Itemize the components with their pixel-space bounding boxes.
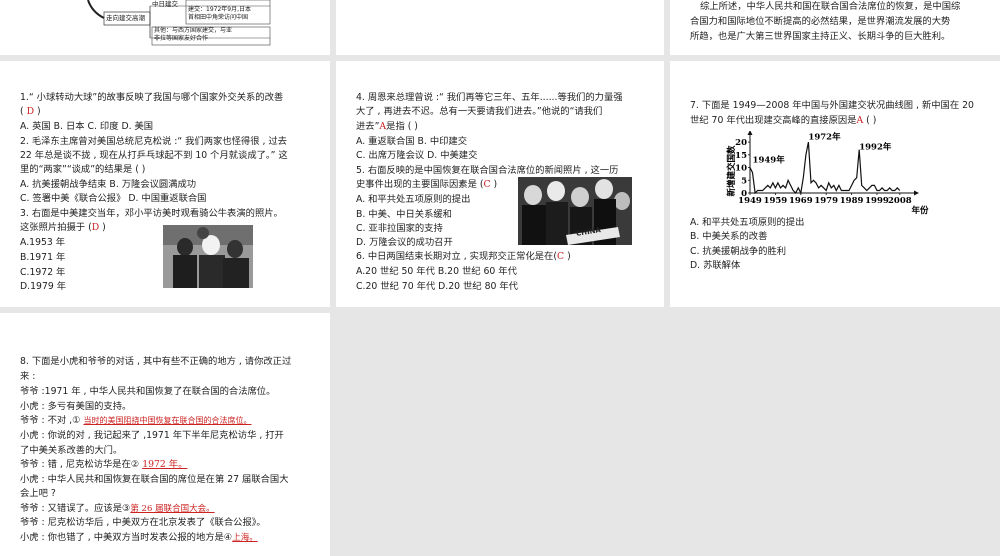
question-7-text: 世纪 70 年代出现建交高峰的直接原因是A ( ) — [690, 115, 877, 126]
dialogue-line: 小虎 : 多亏有美国的支持。 — [20, 401, 132, 412]
dialogue-line: 爷爷 : 错 , 尼克松访华是在② 1972 年。 — [20, 459, 188, 470]
dialogue-answer-2: 1972 年。 — [142, 459, 188, 470]
dialogue-line: 了中美关系改善的大门。 — [20, 445, 123, 456]
chart-y-axis-label: 新增建交国数 — [726, 145, 737, 197]
question-3-text: 3. 右面是中美建交当年，邓小平访美时观看骑公牛表演的照片。 — [20, 208, 283, 219]
panel-top-left: 走向建交高潮 中日建交 建交：1972年9月,日本 首相田中角荣访问中国 其他：… — [0, 0, 330, 55]
question-2-text: 22 年总是谈不拢 , 现在从打乒乓球起不到 10 个月就谈成了。” 这 — [20, 150, 288, 161]
question-5-text: 史事件出现的主要国际因素是 (C ) — [356, 179, 498, 190]
chart-x-tick-label: 2008 — [888, 196, 912, 206]
dialogue-line: 小虎 : 你说的对 , 我记起来了 ,1971 年下半年尼克松访华 , 打开 — [20, 430, 284, 441]
empty-area — [336, 313, 1000, 556]
question-1-answer: D — [26, 106, 35, 117]
chart-x-tick-label: 1999 — [865, 196, 889, 206]
mindmap-node-label: 走向建交高潮 — [106, 14, 145, 22]
question-5-option: B. 中美、中日关系缓和 — [356, 209, 452, 220]
un-seat-news-photo: CHINA — [518, 177, 632, 245]
question-2-text: 里的“两家”“谈成”的结果是 ( ) — [20, 164, 146, 175]
dialogue-answer-3: 第 26 届联合国大会。 — [130, 504, 215, 514]
question-6-options: C.20 世纪 70 年代 D.20 世纪 80 年代 — [356, 281, 518, 292]
question-4-options: A. 重返联合国 B. 中印建交 — [356, 136, 468, 147]
question-7-option: A. 和平共处五项原则的提出 — [690, 217, 805, 228]
question-3-option: A.1953 年 — [20, 237, 66, 248]
panel-top-right: 综上所述，中华人民共和国在联合国合法席位的恢复，是中国综 合国力和国际地位不断提… — [670, 0, 1000, 55]
question-7-text: 7. 下面是 1949—2008 年中国与外国建交状况曲线图 , 新中国在 20 — [690, 100, 974, 111]
chart-x-tick-label: 1989 — [840, 196, 864, 206]
mindmap-branch-title: 中日建交 — [152, 0, 178, 8]
dialogue-line: 爷爷 : 尼克松访华后 , 中美双方在北京发表了《联合公报》。 — [20, 517, 266, 528]
diplomatic-relations-chart: 1949 1959 1969 1979 1989 1999 200820151050 194… — [726, 131, 929, 216]
dialogue-line: 爷爷 :1971 年 , 中华人民共和国恢复了在联合国的合法席位。 — [20, 386, 276, 397]
deng-xiaoping-rodeo-photo — [163, 225, 253, 288]
dialogue-line: 小虎 : 你也错了 , 中美双方当时发表公报的地方是④上海。 — [20, 532, 258, 543]
question-1-answer-line: ( D ) — [20, 106, 41, 117]
panel-question-8: 8. 下面是小虎和爷爷的对话 , 其中有些不正确的地方 , 请你改正过 来 : … — [0, 313, 330, 556]
chart-y-tick-label: 0 — [741, 189, 747, 199]
question-8-text: 来 : — [20, 371, 36, 382]
question-3-option: D.1979 年 — [20, 281, 67, 292]
dialogue-line: 小虎 : 中华人民共和国恢复在联合国的席位是在第 27 届联合国大 — [20, 474, 289, 485]
question-5-option: C. 亚非拉国家的支持 — [356, 223, 443, 234]
dialogue-line: 爷爷 : 不对 ,① 当时的美国阻挠中国恢复在联合国的合法席位。 — [20, 415, 252, 426]
chart-y-tick-label: 5 — [741, 176, 747, 186]
chart-annotation: 1972年 — [808, 132, 841, 143]
question-6-options: A.20 世纪 50 年代 B.20 世纪 60 年代 — [356, 266, 517, 277]
chart-x-axis-label: 年份 — [911, 205, 929, 216]
question-5-answer: C — [483, 179, 491, 190]
summary-line: 所趋，也是广大第三世界国家主持正义、长期斗争的巨大胜利。 — [690, 31, 951, 42]
question-2-text: 2. 毛泽东主席曾对美国总统尼克松说 :“ 我们两家也怪得很 , 过去 — [20, 136, 287, 147]
mindmap-branch-text: 非拉等国家友好合作 — [154, 35, 209, 42]
panel-questions-4-6: 4. 周恩来总理曾说 :“ 我们再等它三年、五年......等我们的力量强 大了… — [336, 61, 664, 307]
chart-x-arrow — [914, 190, 919, 196]
chart-annotation: 1949年 — [753, 154, 786, 165]
question-3-text: 这张照片拍摄于 (D ) — [20, 222, 106, 233]
chart-x-tick-label: 1979 — [814, 196, 838, 206]
chart-x-tick-label: 1969 — [789, 196, 813, 206]
dialogue-line: 爷爷 : 又错误了。应该是③第 26 届联合国大会。 — [20, 503, 215, 514]
panel-top-middle — [336, 0, 664, 55]
question-5-option: A. 和平共处五项原则的提出 — [356, 194, 471, 205]
question-4-options: C. 出席万隆会议 D. 中美建交 — [356, 150, 478, 161]
question-2-options: C. 签署中美《联合公报》 D. 中国重返联合国 — [20, 193, 207, 204]
question-1-options: A. 英国 B. 日本 C. 印度 D. 美国 — [20, 121, 154, 132]
question-8-text: 8. 下面是小虎和爷爷的对话 , 其中有些不正确的地方 , 请你改正过 — [20, 356, 292, 367]
question-7-option: C. 抗美援朝战争的胜利 — [690, 246, 787, 257]
question-2-options: A. 抗美援朝战争结束 B. 万隆会议圆满成功 — [20, 179, 197, 190]
panel-question-7: 7. 下面是 1949—2008 年中国与外国建交状况曲线图 , 新中国在 20… — [670, 61, 1000, 307]
question-7-option: D. 苏联解体 — [690, 260, 741, 271]
question-4-text: 大了 , 再进去不迟。总有一天要请我们进去。”他说的“请我们 — [356, 106, 603, 117]
chart-annotation: 1992年 — [859, 142, 892, 153]
question-6-text: 6. 中日两国结束长期对立 , 实现邦交正常化是在(C ) — [356, 251, 571, 262]
dialogue-answer-1: 当时的美国阻挠中国恢复在联合国的合法席位。 — [83, 416, 252, 425]
question-1-text: 1.“ 小球转动大球”的故事反映了我国与哪个国家外交关系的改善 — [20, 92, 284, 103]
question-7-option: B. 中美关系的改善 — [690, 231, 768, 242]
question-3-option: B.1971 年 — [20, 252, 66, 263]
summary-line: 合国力和国际地位不断提高的必然结果，是世界潮流发展的大势 — [690, 16, 951, 27]
question-5-option: D. 万隆会议的成功召开 — [356, 237, 453, 248]
summary-line: 综上所述，中华人民共和国在联合国合法席位的恢复，是中国综 — [700, 1, 961, 12]
panel-questions-1-3: 1.“ 小球转动大球”的故事反映了我国与哪个国家外交关系的改善 ( D ) A.… — [0, 61, 330, 307]
dialogue-answer-4: 上海。 — [232, 533, 258, 543]
dialogue-line: 会上吧 ? — [20, 488, 56, 499]
question-4-text: 进去”A是指 ( ) — [356, 121, 418, 132]
mindmap-branch-text: 首相田中角荣访问中国 — [188, 14, 249, 21]
chart-y-arrow — [747, 131, 753, 135]
question-4-text: 4. 周恩来总理曾说 :“ 我们再等它三年、五年......等我们的力量强 — [356, 92, 623, 103]
chart-x-tick-label: 1959 — [764, 196, 788, 206]
question-3-option: C.1972 年 — [20, 267, 66, 278]
